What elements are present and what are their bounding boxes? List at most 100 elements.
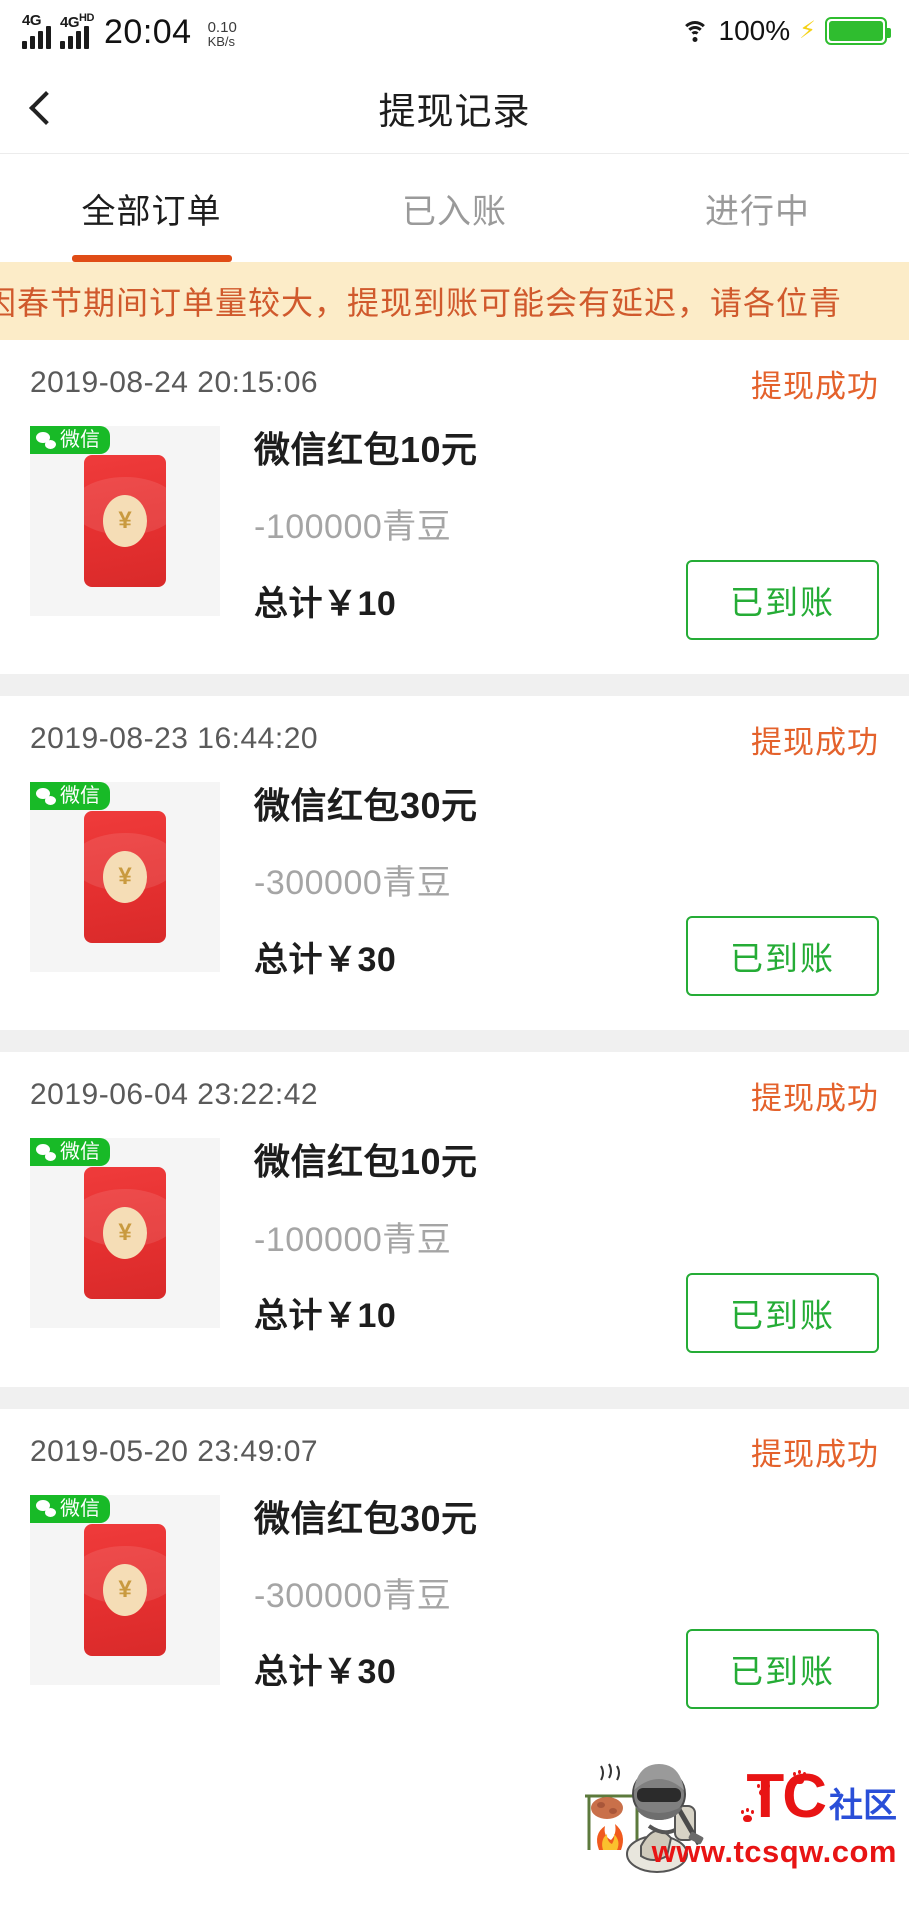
record-body: 微信 ¥ 微信红包30元 -300000青豆 总计￥30 已到账	[30, 782, 879, 997]
list-divider	[0, 1386, 909, 1409]
red-envelope-icon: 微信 ¥	[30, 1494, 220, 1685]
wechat-badge: 微信	[30, 1138, 110, 1167]
signal-bars-1-icon: 4G	[22, 13, 51, 49]
record-title: 微信红包10元	[254, 1141, 478, 1183]
list-item[interactable]: 2019-08-24 20:15:06 提现成功 微信 ¥ 微信红包10元 -1…	[0, 340, 909, 675]
navigation-bar: 提现记录	[0, 62, 909, 154]
wechat-logo-icon	[36, 1143, 56, 1161]
status-bar-left: 4G 4GHD 20:04 0.10 KB/s	[22, 13, 237, 49]
tab-credited-label: 已入账	[402, 192, 507, 231]
status-badge: 提现成功	[751, 1080, 879, 1116]
wechat-logo-icon	[36, 431, 56, 449]
wechat-badge: 微信	[30, 782, 110, 811]
wechat-logo-icon	[36, 787, 56, 805]
paw-print-icon	[741, 1808, 755, 1822]
record-bottom-row: 总计￥30 已到账	[254, 916, 879, 997]
tab-active-indicator	[71, 255, 232, 262]
status-badge: 提现成功	[751, 1437, 879, 1473]
record-body: 微信 ¥ 微信红包30元 -300000青豆 总计￥30 已到账	[30, 1494, 879, 1709]
wechat-logo-icon	[36, 1500, 56, 1518]
status-badge: 提现成功	[751, 724, 879, 760]
wechat-badge: 微信	[30, 1494, 110, 1523]
list-item[interactable]: 2019-08-23 16:44:20 提现成功 微信 ¥ 微信红包30元 -3…	[0, 696, 909, 1031]
record-total: 总计￥30	[254, 1653, 397, 1692]
battery-percent-label: 100%	[718, 15, 791, 46]
back-button[interactable]	[0, 62, 92, 154]
record-beans: -100000青豆	[254, 508, 452, 547]
chevron-left-icon	[29, 90, 63, 125]
status-badge: 提现成功	[751, 368, 879, 404]
status-bar-right: 100% ⚡	[680, 15, 891, 46]
network-speed: 0.10 KB/s	[207, 18, 237, 49]
status-bar: 4G 4GHD 20:04 0.10 KB/s 100% ⚡	[0, 0, 909, 62]
record-body: 微信 ¥ 微信红包10元 -100000青豆 总计￥10 已到账	[30, 426, 879, 641]
received-button[interactable]: 已到账	[686, 560, 879, 641]
record-bottom-row: 总计￥10 已到账	[254, 1272, 879, 1353]
notice-banner[interactable]: 因春节期间订单量较大，提现到账可能会有延迟，请各位青	[0, 262, 909, 340]
record-total: 总计￥10	[254, 1297, 397, 1336]
tab-all-orders-label: 全部订单	[81, 192, 222, 231]
paw-print-icon	[793, 1770, 807, 1784]
record-total: 总计￥30	[254, 940, 397, 979]
tab-bar: 全部订单 已入账 进行中	[0, 154, 909, 262]
withdrawal-record-list: 2019-08-24 20:15:06 提现成功 微信 ¥ 微信红包10元 -1…	[0, 340, 909, 1743]
wechat-badge-label: 微信	[60, 785, 100, 808]
record-info: 微信红包30元 -300000青豆 总计￥30 已到账	[220, 782, 879, 997]
record-title: 微信红包30元	[254, 785, 478, 827]
watermark-logo-primary: TC	[746, 1762, 827, 1831]
signal-bars-2-icon: 4GHD	[60, 13, 94, 49]
watermark-url: www.tcsqw.com	[651, 1834, 897, 1869]
tab-in-progress[interactable]: 进行中	[606, 154, 909, 262]
record-info: 微信红包10元 -100000青豆 总计￥10 已到账	[220, 1138, 879, 1353]
record-date: 2019-06-04 23:22:42	[30, 1078, 319, 1112]
notice-banner-text: 因春节期间订单量较大，提现到账可能会有延迟，请各位青	[0, 285, 843, 321]
list-item[interactable]: 2019-05-20 23:49:07 提现成功 微信 ¥ 微信红包30元 -3…	[0, 1408, 909, 1743]
record-beans: -300000青豆	[254, 864, 452, 903]
record-header: 2019-08-23 16:44:20 提现成功	[30, 696, 879, 782]
record-date: 2019-08-23 16:44:20	[30, 722, 319, 756]
record-date: 2019-08-24 20:15:06	[30, 366, 319, 399]
received-button[interactable]: 已到账	[686, 1272, 879, 1353]
wechat-badge-label: 微信	[60, 429, 100, 451]
tab-all-orders[interactable]: 全部订单	[0, 154, 303, 262]
network-label-2: 4G	[60, 14, 80, 31]
lightning-bolt-icon: ⚡	[799, 17, 816, 44]
record-header: 2019-06-04 23:22:42 提现成功	[30, 1052, 879, 1138]
campfire-soldier-icon	[585, 1763, 704, 1873]
record-title: 微信红包10元	[254, 429, 478, 470]
tab-in-progress-label: 进行中	[705, 192, 810, 231]
record-info: 微信红包10元 -100000青豆 总计￥10 已到账	[220, 426, 879, 641]
yuan-coin-icon: ¥	[103, 851, 147, 904]
red-envelope-icon: 微信 ¥	[30, 1138, 220, 1329]
network-speed-value: 0.10	[207, 18, 237, 36]
wechat-badge: 微信	[30, 426, 110, 454]
watermark-logo: TC 社区	[746, 1766, 897, 1828]
network-label-1: 4G	[22, 12, 42, 29]
yuan-coin-icon: ¥	[103, 495, 147, 547]
record-info: 微信红包30元 -300000青豆 总计￥30 已到账	[220, 1495, 879, 1709]
wifi-icon	[680, 19, 710, 43]
record-bottom-row: 总计￥30 已到账	[254, 1628, 879, 1709]
network-label-2-sup: HD	[79, 12, 94, 24]
record-total: 总计￥10	[254, 584, 397, 623]
received-button[interactable]: 已到账	[686, 916, 879, 997]
record-body: 微信 ¥ 微信红包10元 -100000青豆 总计￥10 已到账	[30, 1138, 879, 1353]
site-watermark: TC 社区 www.tcsqw.com	[569, 1746, 899, 1896]
watermark-logo-secondary: 社区	[829, 1787, 897, 1825]
red-envelope-icon: 微信 ¥	[30, 782, 220, 973]
record-header: 2019-05-20 23:49:07 提现成功	[30, 1409, 879, 1495]
wechat-badge-label: 微信	[60, 1497, 100, 1520]
list-item[interactable]: 2019-06-04 23:22:42 提现成功 微信 ¥ 微信红包10元 -1…	[0, 1052, 909, 1387]
wechat-badge-label: 微信	[60, 1141, 100, 1164]
status-bar-clock: 20:04	[104, 13, 192, 51]
paw-print-icon	[757, 1782, 771, 1796]
received-button[interactable]: 已到账	[686, 1628, 879, 1709]
record-title: 微信红包30元	[254, 1497, 478, 1539]
record-beans: -100000青豆	[254, 1220, 452, 1259]
battery-icon	[825, 17, 891, 45]
page-title: 提现记录	[378, 90, 531, 132]
record-bottom-row: 总计￥10 已到账	[254, 560, 879, 641]
record-beans: -300000青豆	[254, 1576, 452, 1615]
yuan-coin-icon: ¥	[103, 1563, 147, 1616]
tab-credited[interactable]: 已入账	[303, 154, 606, 262]
